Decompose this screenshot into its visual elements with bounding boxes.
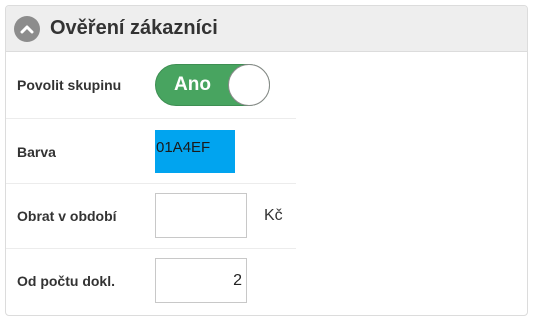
panel-title: Ověření zákazníci: [50, 17, 218, 39]
enable-group-label: Povolit skupinu: [17, 77, 122, 93]
enable-group-toggle[interactable]: Ano: [155, 64, 270, 106]
customer-verification-panel: Ověření zákazníci Povolit skupinu Ano Ba…: [5, 5, 528, 316]
row-enable-group: Povolit skupinu Ano: [6, 53, 296, 119]
row-turnover: Obrat v období Kč: [6, 183, 296, 249]
currency-unit-label: Kč: [264, 207, 283, 224]
row-doc-count: Od počtu dokl.: [6, 248, 296, 314]
chevron-up-icon[interactable]: [14, 15, 40, 42]
turnover-input[interactable]: [155, 193, 247, 238]
doc-count-label: Od počtu dokl.: [17, 273, 115, 289]
panel-header[interactable]: Ověření zákazníci: [6, 6, 527, 52]
doc-count-input[interactable]: [155, 258, 247, 303]
toggle-state-text: Ano: [174, 74, 211, 95]
color-label: Barva: [17, 144, 56, 160]
color-picker-swatch[interactable]: 01A4EF: [155, 130, 235, 173]
toggle-knob[interactable]: [228, 64, 270, 106]
row-color: Barva 01A4EF: [6, 118, 296, 184]
chevron-up-glyph: [20, 25, 34, 33]
turnover-label: Obrat v období: [17, 208, 117, 224]
